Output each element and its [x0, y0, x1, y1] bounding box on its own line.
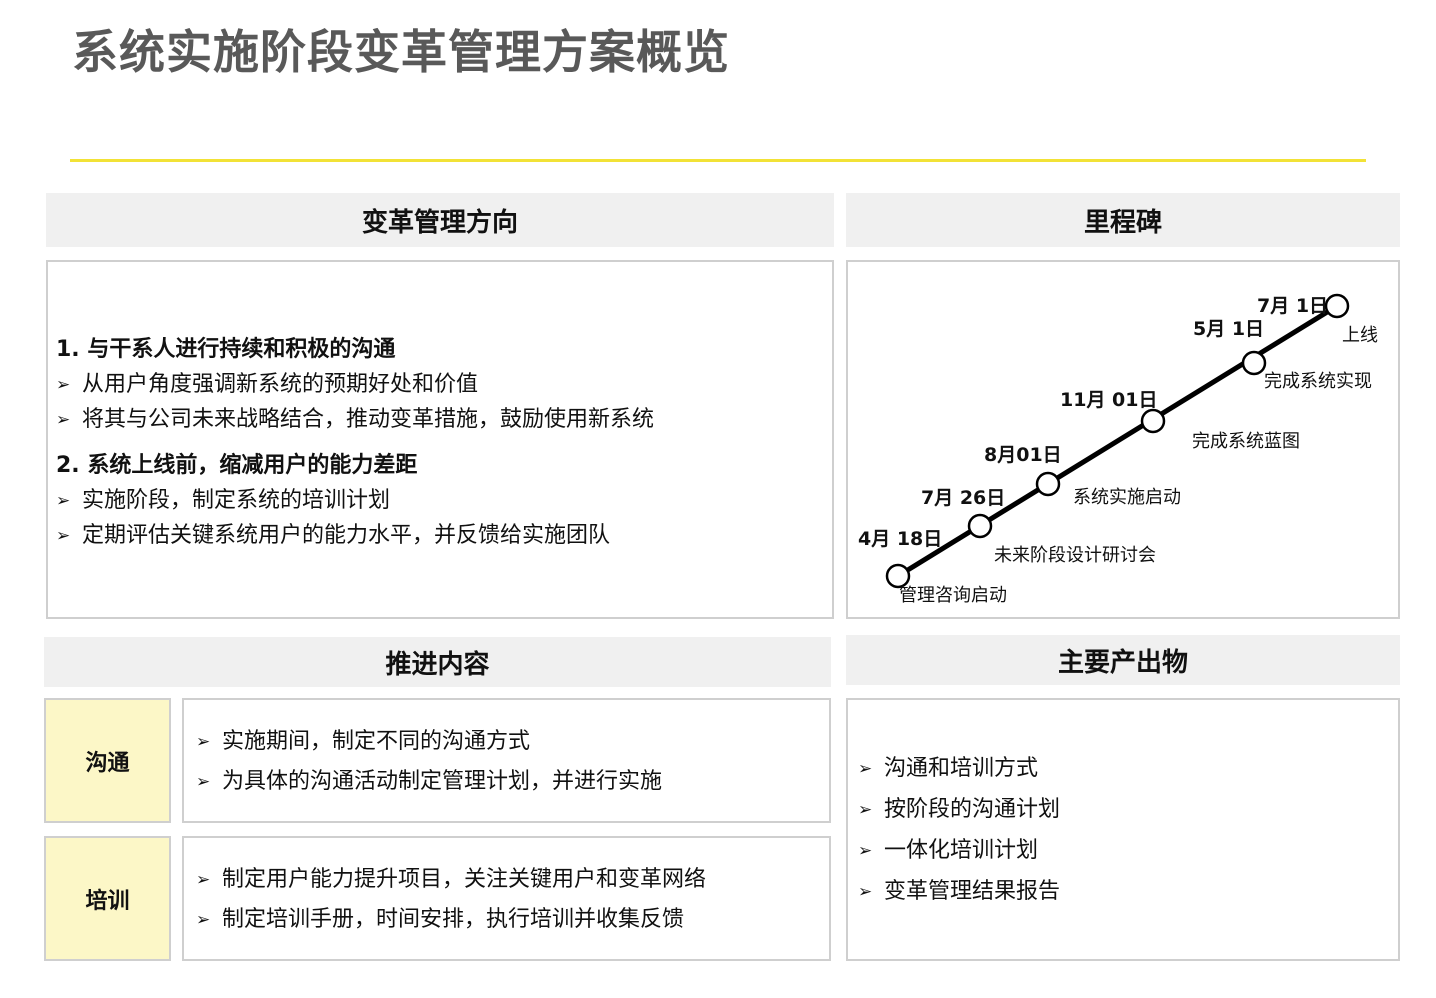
- milestone-label: 未来阶段设计研讨会: [994, 545, 1156, 566]
- milestone-date: 5月 1日: [1193, 318, 1265, 340]
- milestone-circle-icon: [967, 513, 993, 539]
- milestone-circle-icon: [885, 563, 911, 589]
- tag-communication: 沟通: [44, 698, 171, 823]
- output-item: ➢ 一体化培训计划: [858, 836, 1038, 866]
- milestone-date: 4月 18日: [858, 528, 943, 550]
- outputs-panel: ➢ 沟通和培训方式 ➢ 按阶段的沟通计划 ➢ 一体化培训计划 ➢ 变革管理结果报告: [846, 698, 1400, 961]
- milestone-date: 11月 01日: [1060, 389, 1158, 411]
- milestone-date: 7月 1日: [1257, 295, 1329, 317]
- milestone-label: 完成系统蓝图: [1192, 431, 1300, 452]
- arrowhead-bullet-icon: ➢: [196, 910, 211, 930]
- arrowhead-bullet-icon: ➢: [196, 732, 211, 752]
- milestone-label: 管理咨询启动: [899, 585, 1007, 606]
- milestone-circle-icon: [1324, 293, 1350, 319]
- milestone-date: 8月01日: [984, 444, 1062, 466]
- training-panel: ➢ 制定用户能力提升项目，关注关键用户和变革网络 ➢ 制定培训手册，时间安排，执行培…: [182, 836, 831, 961]
- arrowhead-bullet-icon: ➢: [858, 841, 873, 861]
- milestone-circle-icon: [1140, 408, 1166, 434]
- milestone-date: 7月 26日: [921, 487, 1006, 509]
- content-item: ➢ 为具体的沟通活动制定管理计划，并进行实施: [196, 767, 662, 797]
- arrowhead-bullet-icon: ➢: [196, 870, 211, 890]
- milestone-label: 上线: [1342, 325, 1378, 346]
- milestone-circle-icon: [1035, 471, 1061, 497]
- content-item: ➢ 制定用户能力提升项目，关注关键用户和变革网络: [196, 865, 706, 895]
- milestone-circle-icon: [1241, 350, 1267, 376]
- arrowhead-bullet-icon: ➢: [858, 882, 873, 902]
- milestone-label: 系统实施启动: [1073, 487, 1181, 508]
- tag-training: 培训: [44, 836, 171, 961]
- output-item: ➢ 变革管理结果报告: [858, 877, 1060, 907]
- output-item: ➢ 按阶段的沟通计划: [858, 795, 1060, 825]
- content-item: ➢ 制定培训手册，时间安排，执行培训并收集反馈: [196, 905, 684, 935]
- arrowhead-bullet-icon: ➢: [196, 772, 211, 792]
- communication-panel: ➢ 实施期间，制定不同的沟通方式 ➢ 为具体的沟通活动制定管理计划，并进行实施: [182, 698, 831, 823]
- milestone-label: 完成系统实现: [1264, 371, 1372, 392]
- arrowhead-bullet-icon: ➢: [858, 759, 873, 779]
- content-item: ➢ 实施期间，制定不同的沟通方式: [196, 727, 530, 757]
- output-item: ➢ 沟通和培训方式: [858, 754, 1038, 784]
- arrowhead-bullet-icon: ➢: [858, 800, 873, 820]
